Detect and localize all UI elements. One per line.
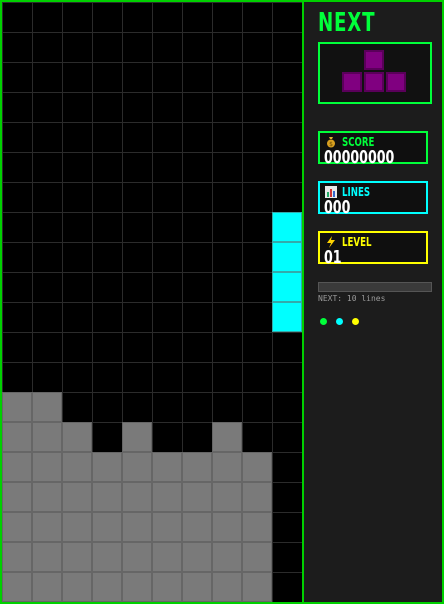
locked-block	[32, 482, 62, 512]
lines-box: LINES 000	[318, 181, 428, 218]
level-value: 01	[324, 247, 342, 268]
locked-block	[242, 572, 272, 602]
locked-block	[2, 572, 32, 602]
score-value: 00000000	[324, 147, 395, 168]
locked-block	[122, 482, 152, 512]
level-label: LEVEL	[342, 235, 372, 249]
locked-block	[92, 542, 122, 572]
next-piece-block	[342, 72, 362, 92]
status-dot	[336, 318, 343, 325]
locked-block	[92, 572, 122, 602]
locked-block	[32, 392, 62, 422]
active-piece-block	[272, 302, 302, 332]
locked-block	[182, 572, 212, 602]
next-lines-text: NEXT: 10 lines	[318, 294, 386, 303]
locked-block	[152, 512, 182, 542]
active-piece-block	[272, 212, 302, 242]
locked-block	[92, 482, 122, 512]
locked-block	[242, 452, 272, 482]
locked-block	[62, 512, 92, 542]
locked-block	[212, 452, 242, 482]
locked-block	[212, 572, 242, 602]
locked-block	[122, 572, 152, 602]
status-dot	[320, 318, 327, 325]
locked-block	[152, 542, 182, 572]
next-piece-label: NEXT	[318, 8, 376, 38]
game-frame: NEXT $ SCORE 00000000 LINES 000 LEVEL 01…	[0, 0, 444, 604]
locked-block	[182, 512, 212, 542]
locked-block	[212, 422, 242, 452]
locked-block	[62, 452, 92, 482]
active-piece-block	[272, 272, 302, 302]
locked-block	[32, 572, 62, 602]
next-piece-block	[364, 72, 384, 92]
next-piece-preview	[318, 42, 432, 104]
locked-block	[242, 482, 272, 512]
locked-block	[2, 422, 32, 452]
locked-block	[2, 542, 32, 572]
level-progress-bar	[318, 282, 432, 292]
locked-block	[92, 512, 122, 542]
locked-block	[182, 452, 212, 482]
locked-block	[2, 482, 32, 512]
locked-block	[242, 542, 272, 572]
locked-block	[212, 482, 242, 512]
locked-block	[62, 482, 92, 512]
locked-block	[32, 512, 62, 542]
locked-block	[122, 452, 152, 482]
locked-block	[62, 542, 92, 572]
locked-block	[32, 422, 62, 452]
next-piece-block	[386, 72, 406, 92]
locked-block	[182, 542, 212, 572]
game-board[interactable]	[2, 2, 302, 602]
locked-block	[32, 542, 62, 572]
locked-block	[152, 452, 182, 482]
locked-block	[2, 512, 32, 542]
status-dot	[352, 318, 359, 325]
lines-value: 000	[324, 197, 351, 218]
active-piece-block	[272, 242, 302, 272]
locked-block	[242, 512, 272, 542]
locked-block	[122, 512, 152, 542]
locked-block	[2, 452, 32, 482]
locked-block	[212, 512, 242, 542]
locked-block	[122, 422, 152, 452]
locked-block	[32, 452, 62, 482]
side-panel: NEXT $ SCORE 00000000 LINES 000 LEVEL 01…	[304, 2, 442, 602]
locked-block	[62, 572, 92, 602]
locked-block	[122, 542, 152, 572]
locked-block	[62, 422, 92, 452]
locked-block	[182, 482, 212, 512]
score-box: $ SCORE 00000000	[318, 131, 428, 168]
locked-block	[2, 392, 32, 422]
locked-block	[92, 452, 122, 482]
locked-block	[212, 542, 242, 572]
next-piece-block	[364, 50, 384, 70]
locked-block	[152, 482, 182, 512]
level-box: LEVEL 01	[318, 231, 428, 268]
locked-block	[152, 572, 182, 602]
